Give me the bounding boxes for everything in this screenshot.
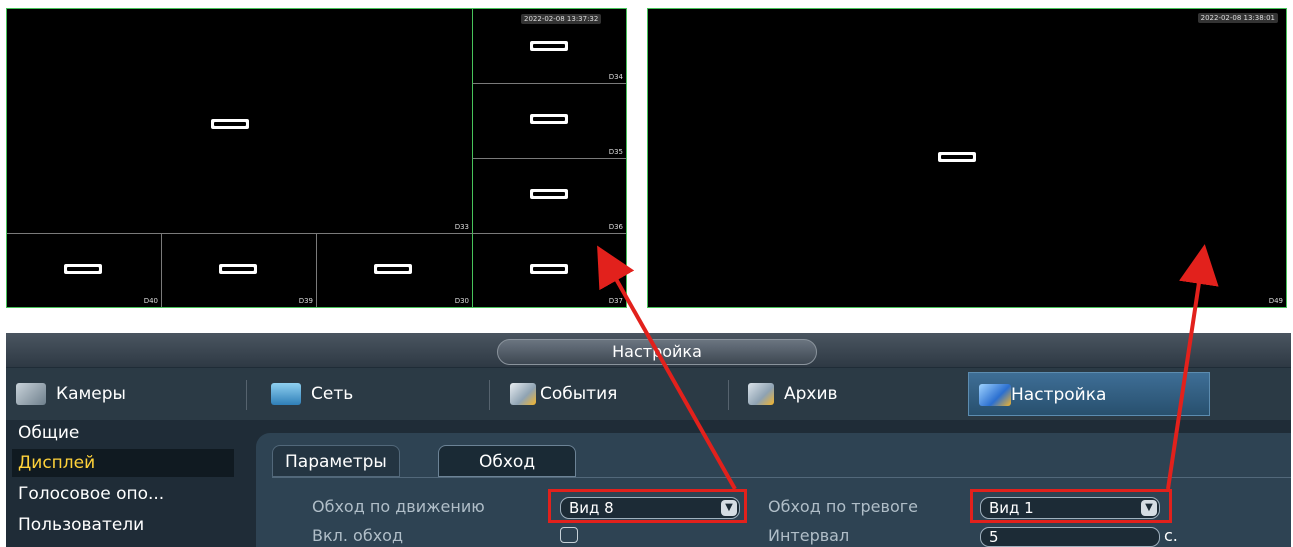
- settings-icon: [979, 384, 1011, 406]
- tab-divider: [246, 380, 247, 410]
- channel-label: D30: [454, 297, 469, 305]
- interval-input[interactable]: 5: [980, 527, 1160, 547]
- tab-cameras[interactable]: Камеры: [16, 372, 236, 416]
- camera-logo: [64, 264, 102, 274]
- tab-label: Сеть: [311, 384, 354, 404]
- highlight-alarm-tour: [970, 489, 1172, 523]
- timestamp: 2022-02-08 13:38:01: [1197, 13, 1278, 23]
- enable-tour-label: Вкл. обход: [312, 526, 404, 545]
- tab-divider: [489, 380, 490, 410]
- camera-logo: [530, 41, 568, 51]
- video-tile-main: D33: [7, 9, 472, 234]
- motion-tour-preview: D33 2022-02-08 13:37:32 D34 D35 D36 D40 …: [6, 8, 627, 308]
- video-tile: D35: [472, 84, 626, 159]
- alarm-tour-label: Обход по тревоге: [768, 497, 918, 516]
- video-tile: D37: [472, 234, 626, 307]
- highlight-motion-tour: [548, 489, 747, 523]
- sidebar-item-users[interactable]: Пользователи: [12, 511, 234, 539]
- timestamp: 2022-02-08 13:37:32: [521, 14, 602, 24]
- channel-label: D35: [608, 148, 623, 156]
- channel-label: D34: [608, 73, 623, 81]
- tab-label: Архив: [784, 384, 838, 404]
- video-tile: D36: [472, 159, 626, 234]
- video-tile: 2022-02-08 13:37:32 D34: [472, 9, 626, 84]
- video-tile: D40: [7, 234, 162, 307]
- enable-tour-checkbox[interactable]: [560, 527, 578, 543]
- interval-value: 5: [989, 528, 999, 546]
- tab-parameters[interactable]: Параметры: [272, 445, 400, 477]
- channel-label: D49: [1268, 297, 1283, 305]
- tab-settings[interactable]: Настройка: [968, 372, 1210, 416]
- camera-icon: [16, 383, 46, 405]
- tab-label: Настройка: [1011, 385, 1107, 405]
- sidebar: Общие Дисплей Голосовое опо... Пользоват…: [6, 423, 246, 547]
- video-tile: D30: [317, 234, 472, 307]
- events-icon: [510, 383, 536, 405]
- motion-tour-label: Обход по движению: [312, 497, 485, 516]
- tab-network[interactable]: Сеть: [271, 372, 481, 416]
- channel-label: D36: [608, 223, 623, 231]
- channel-label: D40: [143, 297, 158, 305]
- tab-label: События: [540, 384, 618, 404]
- channel-label: D33: [454, 223, 469, 231]
- archive-icon: [748, 383, 774, 405]
- tab-events[interactable]: События: [510, 372, 720, 416]
- tab-divider: [728, 380, 729, 410]
- tab-label: Камеры: [56, 384, 126, 404]
- camera-logo: [530, 264, 568, 274]
- camera-logo: [938, 152, 976, 162]
- camera-logo: [211, 119, 249, 129]
- channel-label: D37: [608, 297, 623, 305]
- video-tile: D39: [162, 234, 317, 307]
- alarm-tour-preview: 2022-02-08 13:38:01 D49: [647, 8, 1287, 308]
- network-icon: [271, 383, 301, 405]
- sidebar-item-voice[interactable]: Голосовое опо...: [12, 480, 234, 508]
- main-tab-bar: Камеры Сеть События Архив Настройка: [6, 368, 1291, 420]
- interval-unit: с.: [1164, 526, 1178, 545]
- channel-label: D39: [298, 297, 313, 305]
- divider: [272, 477, 1291, 478]
- camera-logo: [530, 114, 568, 124]
- tab-archive[interactable]: Архив: [748, 372, 958, 416]
- camera-logo: [530, 189, 568, 199]
- interval-label: Интервал: [768, 526, 850, 545]
- sidebar-item-general[interactable]: Общие: [12, 419, 234, 447]
- window-title: Настройка: [497, 339, 817, 365]
- title-bar: Настройка: [6, 333, 1291, 367]
- camera-logo: [374, 264, 412, 274]
- camera-logo: [219, 264, 257, 274]
- tab-tour[interactable]: Обход: [438, 445, 577, 477]
- sidebar-item-display[interactable]: Дисплей: [12, 449, 234, 477]
